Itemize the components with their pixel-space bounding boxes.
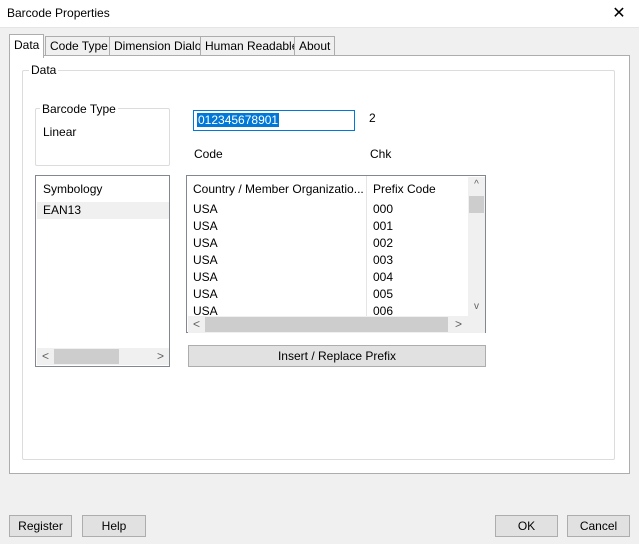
cell-country: USA xyxy=(193,202,218,216)
cell-country: USA xyxy=(193,236,218,250)
tab-human-readable[interactable]: Human Readable xyxy=(200,36,304,56)
symbology-hscroll-thumb[interactable] xyxy=(54,349,119,364)
cell-prefix: 002 xyxy=(373,236,394,250)
cell-country: USA xyxy=(193,219,218,233)
prefix-vscrollbar[interactable]: ^ v xyxy=(468,177,485,316)
prefix-vscroll-thumb[interactable] xyxy=(469,196,484,213)
cell-prefix: 001 xyxy=(373,219,394,233)
symbology-item-ean13[interactable]: EAN13 xyxy=(37,202,169,219)
cancel-button[interactable]: Cancel xyxy=(567,515,630,537)
tab-human-readable-label: Human Readable xyxy=(205,39,299,53)
table-row[interactable]: USA 004 xyxy=(187,269,467,286)
scroll-left-icon[interactable]: < xyxy=(188,316,205,333)
help-button[interactable]: Help xyxy=(82,515,146,537)
table-row[interactable]: USA 002 xyxy=(187,235,467,252)
cell-prefix: 003 xyxy=(373,253,394,267)
cell-country: USA xyxy=(193,270,218,284)
prefix-table[interactable]: Country / Member Organizatio... Prefix C… xyxy=(186,175,486,333)
table-row[interactable]: USA 001 xyxy=(187,218,467,235)
table-row[interactable]: USA 000 xyxy=(187,201,467,218)
prefix-hscrollbar[interactable]: < > xyxy=(188,316,468,333)
table-row[interactable]: USA 005 xyxy=(187,286,467,303)
column-header-country[interactable]: Country / Member Organizatio... xyxy=(193,182,363,196)
scroll-down-icon[interactable]: v xyxy=(468,299,485,316)
cell-prefix: 000 xyxy=(373,202,394,216)
ok-button[interactable]: OK xyxy=(495,515,558,537)
code-input[interactable]: 012345678901 xyxy=(193,110,355,131)
symbology-item-label: EAN13 xyxy=(43,203,82,217)
tab-code-type[interactable]: Code Type xyxy=(45,36,113,56)
check-digit-value: 2 xyxy=(369,111,376,125)
scroll-corner xyxy=(468,316,485,333)
table-row[interactable]: USA 006 xyxy=(187,303,467,316)
cell-country: USA xyxy=(193,304,218,316)
cell-prefix: 005 xyxy=(373,287,394,301)
tab-about-label: About xyxy=(299,39,331,53)
title-bar[interactable]: Barcode Properties ✕ xyxy=(0,0,639,28)
register-button[interactable]: Register xyxy=(9,515,72,537)
tab-data-label: Data xyxy=(14,38,40,52)
tab-code-type-label: Code Type xyxy=(50,39,108,53)
symbology-header: Symbology xyxy=(43,182,103,196)
code-label: Code xyxy=(194,147,223,161)
tab-dimension-dialog-label: Dimension Dialog xyxy=(114,39,209,53)
tab-dimension-dialog[interactable]: Dimension Dialog xyxy=(109,36,214,56)
prefix-hscroll-thumb[interactable] xyxy=(205,317,448,332)
table-row[interactable]: USA 003 xyxy=(187,252,467,269)
check-digit-label: Chk xyxy=(370,147,392,161)
barcode-type-value: Linear xyxy=(43,125,77,139)
cell-country: USA xyxy=(193,253,218,267)
insert-replace-prefix-button[interactable]: Insert / Replace Prefix xyxy=(188,345,486,367)
code-input-value: 012345678901 xyxy=(197,113,280,127)
cell-prefix: 006 xyxy=(373,304,394,316)
close-icon[interactable]: ✕ xyxy=(608,4,630,24)
cell-prefix: 004 xyxy=(373,270,394,284)
data-group-caption: Data xyxy=(29,63,59,77)
prefix-table-body: USA 000 USA 001 USA 002 USA 003 USA 004 USA 00… xyxy=(187,201,467,316)
tab-data[interactable]: Data xyxy=(9,34,45,58)
tab-about[interactable]: About xyxy=(294,36,336,56)
symbology-hscrollbar[interactable]: < > xyxy=(37,348,169,365)
scroll-up-icon[interactable]: ^ xyxy=(468,177,485,194)
symbology-listbox[interactable]: Symbology EAN13 < > xyxy=(35,175,170,367)
scroll-left-icon[interactable]: < xyxy=(37,348,54,365)
window-title: Barcode Properties xyxy=(7,6,110,20)
barcode-type-caption: Barcode Type xyxy=(40,102,118,116)
scroll-right-icon[interactable]: > xyxy=(152,348,169,365)
cell-country: USA xyxy=(193,287,218,301)
scroll-right-icon[interactable]: > xyxy=(450,316,467,333)
column-header-prefix[interactable]: Prefix Code xyxy=(373,182,436,196)
